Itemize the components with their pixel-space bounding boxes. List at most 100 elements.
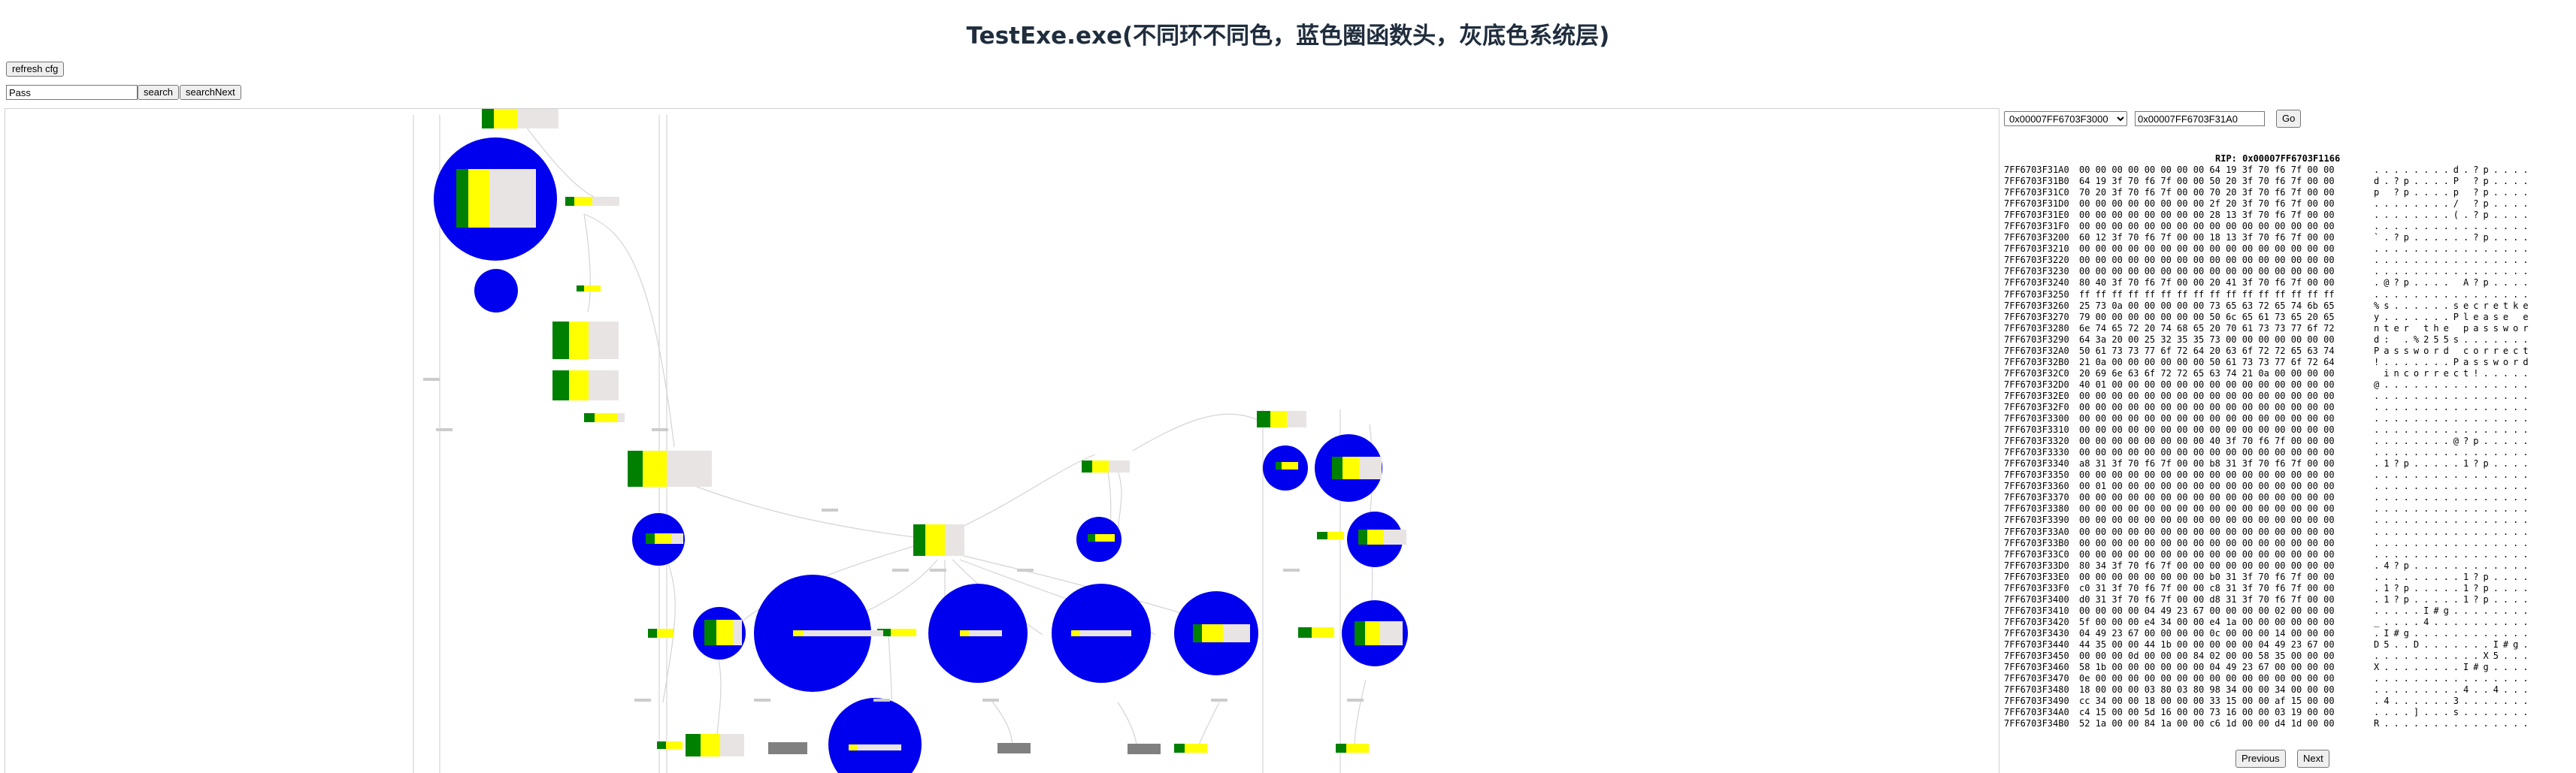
function-head-node bbox=[828, 698, 922, 773]
hex-row-address: 7FF6703F3380 bbox=[2004, 503, 2069, 515]
hex-row-bytes: 00 00 00 00 00 00 00 00 00 00 00 00 00 0… bbox=[2079, 470, 2335, 481]
hex-row-address: 7FF6703F32F0 bbox=[2004, 401, 2069, 412]
hex-row-bytes: 00 00 00 00 00 00 00 00 2f 20 3f 70 f6 7… bbox=[2079, 198, 2335, 210]
hex-row: 7FF6703F32F0 00 00 00 00 00 00 00 00 00 0… bbox=[2004, 402, 2533, 413]
hex-row: 7FF6703F3310 00 00 00 00 00 00 00 00 00 0… bbox=[2004, 424, 2533, 436]
hex-row-bytes: c4 15 00 00 5d 16 00 00 73 16 00 00 03 1… bbox=[2079, 707, 2335, 718]
next-button[interactable]: Next bbox=[2297, 750, 2329, 768]
hex-row-bytes: 00 00 00 00 00 00 00 00 28 13 3f 70 f6 7… bbox=[2079, 210, 2335, 221]
hex-row: 7FF6703F3460 58 1b 00 00 00 00 00 00 04 4… bbox=[2004, 662, 2533, 673]
address-input[interactable] bbox=[2135, 111, 2265, 126]
go-button[interactable]: Go bbox=[2276, 110, 2302, 128]
hex-row-address: 7FF6703F3410 bbox=[2004, 605, 2069, 616]
hex-row-ascii: ....]...s....... bbox=[2374, 707, 2533, 718]
refresh-cfg-button[interactable]: refresh cfg bbox=[6, 62, 65, 77]
hex-row-bytes: d0 31 3f 70 f6 7f 00 00 d8 31 3f 70 f6 7… bbox=[2079, 593, 2335, 605]
basic-block bbox=[584, 413, 625, 422]
hex-row: 7FF6703F33D0 80 34 3f 70 f6 7f 00 00 00 0… bbox=[2004, 560, 2533, 572]
hex-row-address: 7FF6703F3210 bbox=[2004, 243, 2069, 255]
hex-row-bytes: 00 00 00 00 00 00 00 00 00 00 00 00 00 0… bbox=[2079, 526, 2335, 537]
hex-row-address: 7FF6703F3420 bbox=[2004, 616, 2069, 627]
hex-row-ascii: ................ bbox=[2374, 470, 2533, 481]
hex-row-bytes: 80 40 3f 70 f6 7f 00 00 20 41 3f 70 f6 7… bbox=[2079, 277, 2335, 288]
hex-row-bytes: 00 00 00 00 00 00 00 00 00 00 00 00 00 0… bbox=[2079, 266, 2335, 277]
hex-row: 7FF6703F3340 a8 31 3f 70 f6 7f 00 00 b8 3… bbox=[2004, 458, 2533, 470]
hex-row: 7FF6703F3230 00 00 00 00 00 00 00 00 00 0… bbox=[2004, 266, 2533, 277]
hex-row-bytes: 04 49 23 67 00 00 00 00 0c 00 00 00 14 0… bbox=[2079, 627, 2335, 639]
hex-row-bytes: 58 1b 00 00 00 00 00 00 04 49 23 67 00 0… bbox=[2079, 662, 2335, 673]
hex-row-bytes: 25 73 0a 00 00 00 00 00 73 65 63 72 65 7… bbox=[2079, 300, 2335, 311]
hex-row-ascii: y.......Please e bbox=[2374, 311, 2533, 322]
hex-row-bytes: 00 01 00 00 00 00 00 00 00 00 00 00 00 0… bbox=[2079, 481, 2335, 492]
hex-row-bytes: 0e 00 00 00 00 00 00 00 00 00 00 00 00 0… bbox=[2079, 673, 2335, 684]
hex-row: 7FF6703F3410 00 00 00 00 04 49 23 67 00 0… bbox=[2004, 605, 2533, 617]
hex-row-bytes: 00 00 00 00 00 00 00 00 b0 31 3f 70 f6 7… bbox=[2079, 571, 2335, 582]
cfg-graph-canvas[interactable] bbox=[5, 109, 1999, 773]
hex-row-address: 7FF6703F3280 bbox=[2004, 322, 2069, 334]
hex-row-ascii: ................ bbox=[2374, 413, 2533, 424]
search-input[interactable] bbox=[6, 85, 138, 100]
hex-row: 7FF6703F3430 04 49 23 67 00 00 00 00 0c 0… bbox=[2004, 628, 2533, 639]
hex-row: 7FF6703F34B0 52 1a 00 00 84 1a 00 00 c6 1… bbox=[2004, 718, 2533, 729]
hex-row-bytes: cc 34 00 00 18 00 00 00 33 15 00 00 af 1… bbox=[2079, 696, 2335, 707]
hex-row-bytes: 64 19 3f 70 f6 7f 00 00 50 20 3f 70 f6 7… bbox=[2079, 176, 2335, 187]
hex-row-ascii: incorrect!..... bbox=[2374, 367, 2533, 379]
hex-row: 7FF6703F33A0 00 00 00 00 00 00 00 00 00 0… bbox=[2004, 527, 2533, 538]
basic-block bbox=[1298, 627, 1334, 638]
hex-row-ascii: .@?p.... A?p.... bbox=[2374, 277, 2533, 288]
basic-block bbox=[552, 370, 619, 400]
search-button[interactable]: search bbox=[138, 85, 180, 100]
hex-row-ascii: .I#g............ bbox=[2374, 627, 2533, 639]
call-edge bbox=[583, 213, 591, 313]
hex-row: 7FF6703F3280 6e 74 65 72 20 74 68 65 20 7… bbox=[2004, 323, 2533, 334]
memory-region-select[interactable]: 0x00007FF6703F3000 bbox=[2004, 111, 2127, 126]
hex-row-address: 7FF6703F3440 bbox=[2004, 639, 2069, 650]
hex-row-ascii: ................ bbox=[2374, 221, 2533, 232]
hex-row-bytes: 44 35 00 00 44 1b 00 00 00 00 00 04 49 2… bbox=[2079, 639, 2335, 650]
hex-row-address: 7FF6703F3300 bbox=[2004, 413, 2069, 424]
hex-row: 7FF6703F3440 44 35 00 00 44 1b 00 00 00 0… bbox=[2004, 639, 2533, 651]
basic-block bbox=[686, 734, 744, 756]
hex-row: 7FF6703F3450 00 00 00 0d 00 00 00 84 02 0… bbox=[2004, 651, 2533, 662]
hex-row-ascii: D5..D.......I#g. bbox=[2374, 639, 2533, 650]
hex-row-bytes: 40 01 00 00 00 00 00 00 00 00 00 00 00 0… bbox=[2079, 379, 2335, 390]
system-block bbox=[997, 743, 1031, 753]
hex-row-bytes: 00 00 00 00 00 00 00 00 00 00 00 00 00 0… bbox=[2079, 243, 2335, 255]
hex-row-address: 7FF6703F3370 bbox=[2004, 492, 2069, 503]
hex-row: 7FF6703F33E0 00 00 00 00 00 00 00 00 b0 3… bbox=[2004, 572, 2533, 583]
hex-row-bytes: 5f 00 00 00 e4 34 00 00 e4 1a 00 00 00 0… bbox=[2079, 616, 2335, 627]
hex-row-address: 7FF6703F33C0 bbox=[2004, 548, 2069, 560]
hex-row-address: 7FF6703F3220 bbox=[2004, 255, 2069, 266]
hex-row-address: 7FF6703F3270 bbox=[2004, 311, 2069, 322]
hex-row-bytes: 00 00 00 00 00 00 00 00 00 00 00 00 00 0… bbox=[2079, 413, 2335, 424]
basic-block bbox=[1336, 744, 1369, 753]
hex-row: 7FF6703F3270 79 00 00 00 00 00 00 00 50 6… bbox=[2004, 312, 2533, 323]
function-head-node bbox=[474, 269, 518, 313]
hex-row: 7FF6703F32D0 40 01 00 00 00 00 00 00 00 0… bbox=[2004, 379, 2533, 391]
hex-row-address: 7FF6703F3310 bbox=[2004, 424, 2069, 436]
hex-row: 7FF6703F33C0 00 00 00 00 00 00 00 00 00 0… bbox=[2004, 549, 2533, 560]
hex-row-ascii: ................ bbox=[2374, 288, 2533, 300]
hex-row-ascii: .........4..4... bbox=[2374, 684, 2533, 696]
hex-row: 7FF6703F3480 18 00 00 00 03 80 03 80 98 3… bbox=[2004, 684, 2533, 696]
hex-row-bytes: 00 00 00 00 00 00 00 00 00 00 00 00 00 0… bbox=[2079, 390, 2335, 401]
hex-row-address: 7FF6703F3430 bbox=[2004, 627, 2069, 639]
hex-row: 7FF6703F33F0 c0 31 3f 70 f6 7f 00 00 c8 3… bbox=[2004, 583, 2533, 594]
hex-row-address: 7FF6703F3230 bbox=[2004, 266, 2069, 277]
hex-row-bytes: 52 1a 00 00 84 1a 00 00 c6 1d 00 00 d4 1… bbox=[2079, 718, 2335, 729]
basic-block bbox=[1317, 532, 1344, 539]
hex-row-address: 7FF6703F3490 bbox=[2004, 696, 2069, 707]
hex-row-ascii: ................ bbox=[2374, 492, 2533, 503]
search-next-button[interactable]: searchNext bbox=[180, 85, 241, 100]
hex-row-bytes: 60 12 3f 70 f6 7f 00 00 18 13 3f 70 f6 7… bbox=[2079, 232, 2335, 243]
hex-row-address: 7FF6703F3390 bbox=[2004, 515, 2069, 526]
cfg-graph[interactable] bbox=[5, 108, 1999, 773]
hex-row-address: 7FF6703F32A0 bbox=[2004, 345, 2069, 356]
hex-row-bytes: 80 34 3f 70 f6 7f 00 00 00 00 00 00 00 0… bbox=[2079, 560, 2335, 571]
hex-row-ascii: !.......Password bbox=[2374, 356, 2533, 367]
hex-row-bytes: 00 00 00 00 00 00 00 00 00 00 00 00 00 0… bbox=[2079, 503, 2335, 515]
hex-row-address: 7FF6703F3240 bbox=[2004, 277, 2069, 288]
hex-row-address: 7FF6703F3400 bbox=[2004, 593, 2069, 605]
previous-button[interactable]: Previous bbox=[2235, 750, 2286, 768]
hex-row: 7FF6703F3330 00 00 00 00 00 00 00 00 00 0… bbox=[2004, 447, 2533, 458]
